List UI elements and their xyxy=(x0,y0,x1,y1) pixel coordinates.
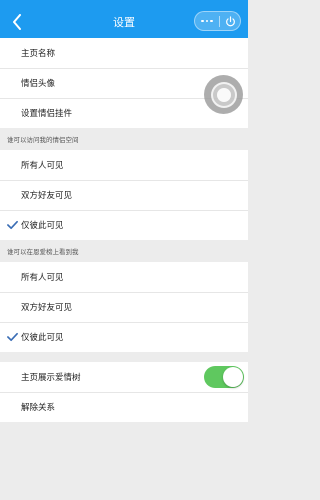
visit-permission-group: 所有人可见 双方好友可见 仅彼此可见 xyxy=(0,150,248,240)
section-gap xyxy=(0,352,248,362)
ranking-option-everyone[interactable]: 所有人可见 xyxy=(0,262,248,292)
assistive-touch-icon xyxy=(210,81,237,108)
option-label: 双方好友可见 xyxy=(21,191,73,201)
love-tree-toggle[interactable] xyxy=(204,366,244,388)
option-label: 所有人可见 xyxy=(21,273,64,283)
visit-permission-header: 谁可以访问我的情侣空间 xyxy=(0,128,248,150)
unbind-relationship-item[interactable]: 解除关系 xyxy=(0,392,248,422)
toggle-knob xyxy=(223,367,243,387)
couple-pendant-label: 设置情侣挂件 xyxy=(21,109,73,119)
unbind-relationship-label: 解除关系 xyxy=(21,403,56,413)
checkmark-icon xyxy=(7,332,18,342)
power-icon xyxy=(225,15,235,26)
love-tree-item: 主页展示爱情树 xyxy=(0,362,248,392)
ranking-visibility-group: 所有人可见 双方好友可见 仅彼此可见 xyxy=(0,262,248,352)
option-label: 仅彼此可见 xyxy=(21,333,64,343)
visit-option-each-other[interactable]: 仅彼此可见 xyxy=(0,210,248,240)
love-tree-label: 主页展示爱情树 xyxy=(21,373,81,383)
visit-option-everyone[interactable]: 所有人可见 xyxy=(0,150,248,180)
couple-avatar-label: 情侣头像 xyxy=(21,79,56,89)
homepage-name-item[interactable]: 主页名称 xyxy=(0,38,248,68)
option-label: 仅彼此可见 xyxy=(21,221,64,231)
misc-settings-group: 主页展示爱情树 解除关系 xyxy=(0,362,248,422)
mini-program-capsule xyxy=(194,11,241,31)
ranking-visibility-header: 谁可以在恩爱榜上看到我 xyxy=(0,240,248,262)
ranking-option-each-other[interactable]: 仅彼此可见 xyxy=(0,322,248,352)
assistive-touch-button[interactable] xyxy=(204,75,243,114)
option-label: 双方好友可见 xyxy=(21,303,73,313)
option-label: 所有人可见 xyxy=(21,161,64,171)
close-button[interactable] xyxy=(220,12,240,30)
navigation-bar: 设置 xyxy=(0,6,248,38)
checkmark-icon xyxy=(7,220,18,230)
homepage-name-label: 主页名称 xyxy=(21,49,56,59)
more-button[interactable] xyxy=(195,12,219,30)
ranking-option-mutual-friends[interactable]: 双方好友可见 xyxy=(0,292,248,322)
more-dots-icon xyxy=(201,19,204,23)
visit-option-mutual-friends[interactable]: 双方好友可见 xyxy=(0,180,248,210)
